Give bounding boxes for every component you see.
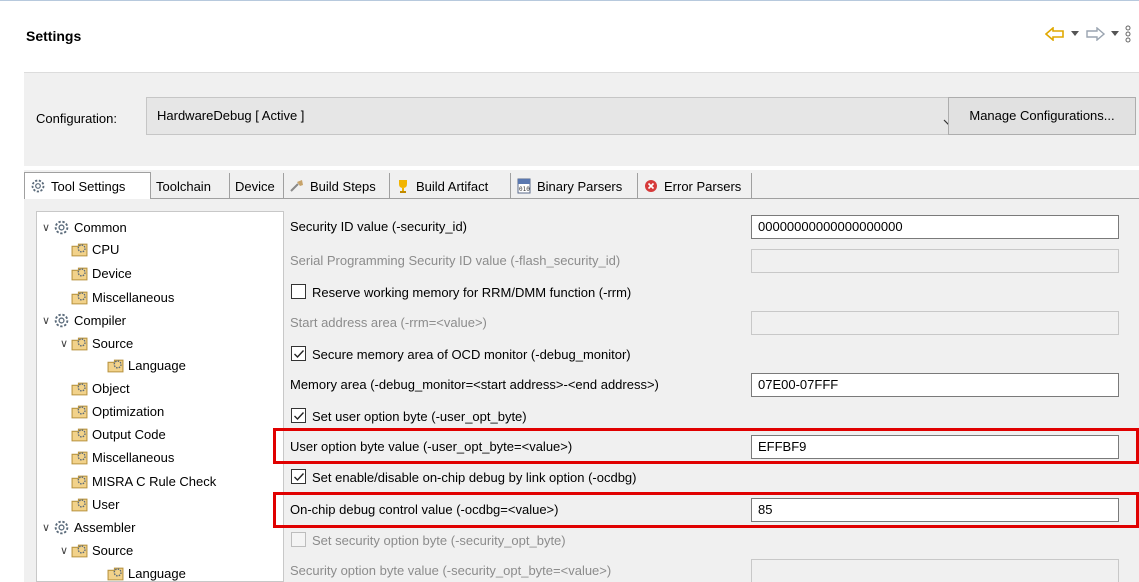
- settings-page-icon: [107, 565, 124, 582]
- security-id-row: Security ID value (-security_id) 0000000…: [288, 215, 1139, 239]
- security-option-byte-value-input[interactable]: [751, 559, 1119, 582]
- tree-item-misra-c-rule-check[interactable]: MISRA C Rule Check: [71, 470, 216, 492]
- title-bar: Settings: [0, 1, 1139, 71]
- user-option-byte-checkbox[interactable]: [291, 408, 306, 423]
- view-menu-icon[interactable]: [1125, 25, 1131, 43]
- history-navigation: [1045, 25, 1131, 43]
- forward-arrow-icon[interactable]: [1085, 27, 1105, 41]
- tab-binary-parsers[interactable]: 010 Binary Parsers: [511, 173, 638, 199]
- settings-page-icon: [71, 289, 88, 306]
- security-id-label: Security ID value (-security_id): [290, 219, 467, 234]
- rrm-checkbox[interactable]: [291, 284, 306, 299]
- tree-item-cpu[interactable]: CPU: [71, 238, 119, 260]
- configuration-selected-value: HardwareDebug [ Active ]: [157, 108, 305, 123]
- tree-item-assembler-source[interactable]: ∨ Source: [57, 539, 133, 561]
- configuration-panel: Configuration: HardwareDebug [ Active ] …: [24, 72, 1139, 166]
- tab-toolchain[interactable]: Toolchain: [151, 173, 230, 199]
- settings-page-icon: [71, 449, 88, 466]
- flash-security-id-label: Serial Programming Security ID value (-f…: [290, 253, 621, 268]
- binary-icon: 010: [516, 178, 532, 194]
- chevron-down-icon[interactable]: ∨: [39, 521, 53, 534]
- ocdbg-label: Set enable/disable on-chip debug by link…: [312, 470, 637, 485]
- configuration-label: Configuration:: [36, 111, 117, 126]
- build-steps-icon: [289, 178, 305, 194]
- settings-page-icon: [71, 380, 88, 397]
- chevron-down-icon[interactable]: ∨: [57, 337, 71, 350]
- security-option-byte-value-row: Security option byte value (-security_op…: [288, 559, 1139, 582]
- highlight-user-option-byte: [273, 428, 1139, 464]
- tree-item-device[interactable]: Device: [71, 262, 132, 284]
- debug-monitor-row: Secure memory area of OCD monitor (-debu…: [288, 343, 1139, 367]
- rrm-start-address-input[interactable]: [751, 311, 1119, 335]
- gear-icon: [53, 219, 70, 236]
- gear-icon: [53, 312, 70, 329]
- error-icon: [643, 178, 659, 194]
- tree-item-compiler-source[interactable]: ∨ Source: [57, 332, 133, 354]
- tab-error-parsers[interactable]: Error Parsers: [638, 173, 752, 199]
- security-option-byte-row: Set security option byte (-security_opt_…: [288, 529, 1139, 553]
- tree-item-compiler-miscellaneous[interactable]: Miscellaneous: [71, 446, 174, 468]
- ocdbg-row: Set enable/disable on-chip debug by link…: [288, 466, 1139, 490]
- settings-page-icon: [71, 265, 88, 282]
- ocdbg-checkbox[interactable]: [291, 469, 306, 484]
- tree-item-user[interactable]: User: [71, 493, 119, 515]
- back-dropdown-icon[interactable]: [1071, 31, 1079, 37]
- security-option-byte-value-label: Security option byte value (-security_op…: [290, 563, 612, 578]
- memory-area-input[interactable]: 07E00-07FFF: [751, 373, 1119, 397]
- trophy-icon: [395, 178, 411, 194]
- settings-page-icon: [71, 473, 88, 490]
- page-title: Settings: [26, 28, 82, 44]
- highlight-ocdbg-value: [273, 492, 1139, 528]
- memory-area-row: Memory area (-debug_monitor=<start addre…: [288, 373, 1139, 397]
- tab-tool-settings[interactable]: Tool Settings: [24, 172, 151, 200]
- settings-page-icon: [71, 403, 88, 420]
- tab-build-steps[interactable]: Build Steps: [284, 173, 390, 199]
- security-id-input[interactable]: 00000000000000000000: [751, 215, 1119, 239]
- flash-security-id-row: Serial Programming Security ID value (-f…: [288, 249, 1139, 273]
- flash-security-id-input[interactable]: [751, 249, 1119, 273]
- manage-configurations-button[interactable]: Manage Configurations...: [948, 97, 1136, 135]
- settings-page-icon: [107, 357, 124, 374]
- chevron-down-icon[interactable]: ∨: [39, 221, 53, 234]
- settings-page-icon: [71, 542, 88, 559]
- settings-tree: ∨ Common CPU Device Miscellaneous ∨ Comp…: [36, 211, 284, 582]
- tab-device[interactable]: Device: [230, 173, 284, 199]
- settings-page-icon: [71, 496, 88, 513]
- user-option-byte-row: Set user option byte (-user_opt_byte): [288, 405, 1139, 429]
- rrm-start-address-row: Start address area (-rrm=<value>): [288, 311, 1139, 335]
- tab-build-artifact[interactable]: Build Artifact: [390, 173, 511, 199]
- back-arrow-icon[interactable]: [1045, 27, 1065, 41]
- debug-monitor-label: Secure memory area of OCD monitor (-debu…: [312, 347, 631, 362]
- configuration-dropdown[interactable]: HardwareDebug [ Active ]: [146, 97, 964, 135]
- tree-item-optimization[interactable]: Optimization: [71, 400, 164, 422]
- tree-item-common[interactable]: ∨ Common: [39, 216, 127, 238]
- tree-item-output-code[interactable]: Output Code: [71, 423, 166, 445]
- forward-dropdown-icon[interactable]: [1111, 31, 1119, 37]
- settings-page-icon: [71, 335, 88, 352]
- tree-item-compiler[interactable]: ∨ Compiler: [39, 309, 126, 331]
- settings-page-icon: [71, 241, 88, 258]
- rrm-start-address-label: Start address area (-rrm=<value>): [290, 315, 487, 330]
- rrm-row: Reserve working memory for RRM/DMM funct…: [288, 281, 1139, 305]
- debug-monitor-checkbox[interactable]: [291, 346, 306, 361]
- chevron-down-icon[interactable]: ∨: [57, 544, 71, 557]
- tree-item-object[interactable]: Object: [71, 377, 130, 399]
- chevron-down-icon[interactable]: ∨: [39, 314, 53, 327]
- tree-item-assembler[interactable]: ∨ Assembler: [39, 516, 135, 538]
- tree-item-assembler-language[interactable]: Language: [107, 562, 186, 582]
- svg-text:010: 010: [519, 186, 530, 193]
- memory-area-label: Memory area (-debug_monitor=<start addre…: [290, 377, 659, 392]
- tree-item-compiler-language[interactable]: Language: [107, 354, 186, 376]
- security-option-byte-checkbox[interactable]: [291, 532, 306, 547]
- security-option-byte-label: Set security option byte (-security_opt_…: [312, 533, 566, 548]
- settings-tab-bar: Tool Settings Toolchain Device Build Ste…: [24, 170, 1139, 200]
- user-option-byte-label: Set user option byte (-user_opt_byte): [312, 409, 527, 424]
- gear-icon: [53, 519, 70, 536]
- tree-item-common-miscellaneous[interactable]: Miscellaneous: [71, 286, 174, 308]
- settings-page-icon: [71, 426, 88, 443]
- rrm-label: Reserve working memory for RRM/DMM funct…: [312, 285, 632, 300]
- gear-icon: [30, 178, 46, 194]
